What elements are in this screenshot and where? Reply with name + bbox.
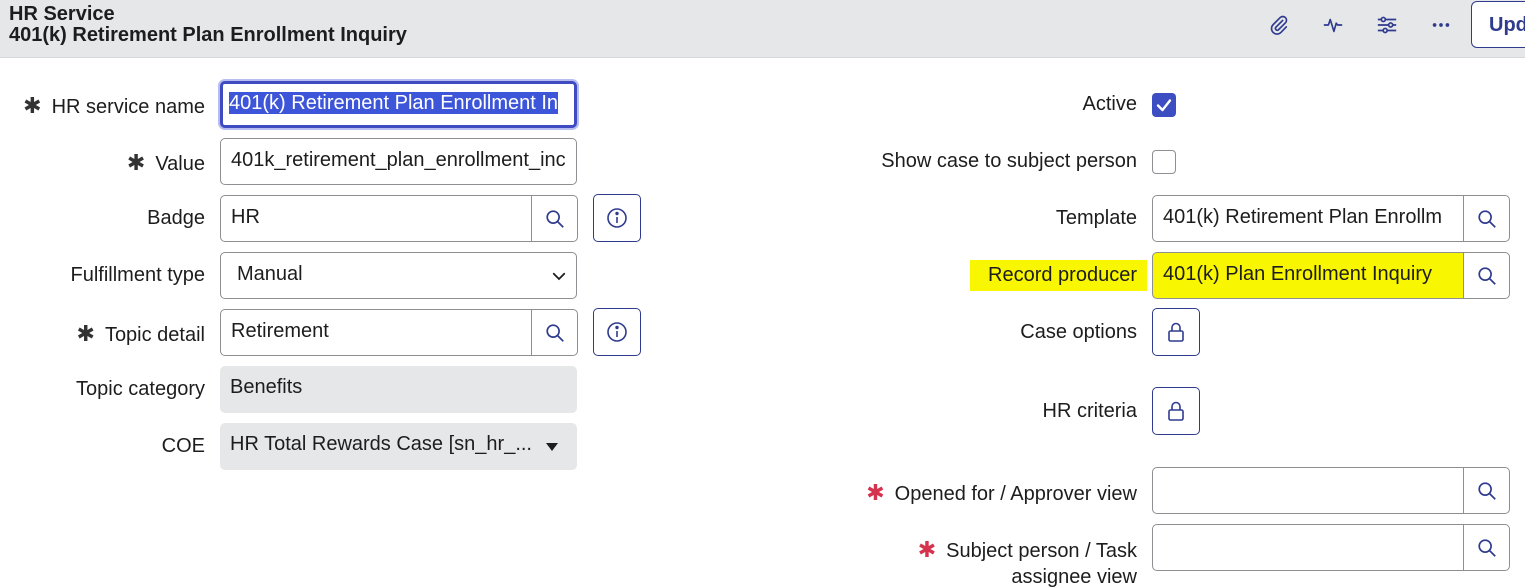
hr-service-name-label: ✱ HR service name xyxy=(23,93,205,118)
template-input[interactable]: 401(k) Retirement Plan Enrollm xyxy=(1152,195,1464,242)
record-title: 401(k) Retirement Plan Enrollment Inquir… xyxy=(9,24,407,46)
info-icon xyxy=(607,322,627,342)
record-producer-label: Record producer xyxy=(970,260,1147,291)
fulfillment-type-select[interactable]: Manual xyxy=(220,252,577,299)
show-case-label: Show case to subject person xyxy=(881,150,1137,172)
subject-person-search-button[interactable] xyxy=(1463,524,1510,571)
coe-select[interactable]: HR Total Rewards Case [sn_hr_... xyxy=(220,423,577,470)
chevron-down-icon xyxy=(552,272,566,281)
topic-detail-info-button[interactable] xyxy=(593,308,641,356)
search-icon xyxy=(1477,266,1496,285)
case-options-label: Case options xyxy=(1020,321,1137,343)
topic-category-label: Topic category xyxy=(76,378,205,400)
search-icon xyxy=(1477,209,1496,228)
fulfillment-type-label: Fulfillment type xyxy=(70,264,206,286)
form-header: HR Service 401(k) Retirement Plan Enroll… xyxy=(0,0,1525,58)
required-icon: ✱ xyxy=(866,480,885,505)
value-input[interactable]: 401k_retirement_plan_enrollment_inc xyxy=(220,138,577,185)
hr-service-name-input[interactable]: 401(k) Retirement Plan Enrollment In xyxy=(220,81,577,128)
checkmark-icon xyxy=(1156,99,1172,112)
badge-input[interactable]: HR xyxy=(220,195,532,242)
search-icon xyxy=(545,209,564,228)
required-icon: ✱ xyxy=(76,321,95,346)
coe-label: COE xyxy=(161,435,205,457)
update-button[interactable]: Upd xyxy=(1471,1,1525,48)
hr-criteria-lock-button[interactable] xyxy=(1152,387,1200,435)
caret-down-icon xyxy=(546,443,558,451)
required-icon: ✱ xyxy=(917,537,937,562)
hr-criteria-label: HR criteria xyxy=(1042,400,1137,422)
search-icon xyxy=(545,323,564,342)
info-icon xyxy=(607,208,627,228)
active-checkbox[interactable] xyxy=(1152,93,1176,117)
subject-person-label: ✱ Subject person / Task assignee view xyxy=(917,537,1137,588)
opened-for-input[interactable] xyxy=(1152,467,1464,514)
record-producer-search-button[interactable] xyxy=(1463,252,1510,299)
subject-person-input[interactable] xyxy=(1152,524,1464,571)
template-label: Template xyxy=(1055,207,1137,229)
badge-label: Badge xyxy=(147,207,205,229)
lock-icon xyxy=(1168,322,1184,342)
record-producer-input[interactable]: 401(k) Plan Enrollment Inquiry xyxy=(1152,252,1464,299)
case-options-lock-button[interactable] xyxy=(1152,308,1200,356)
more-icon[interactable] xyxy=(1426,10,1456,40)
required-icon: ✱ xyxy=(126,150,146,175)
search-icon xyxy=(1477,538,1496,557)
opened-for-search-button[interactable] xyxy=(1463,467,1510,514)
topic-detail-search-button[interactable] xyxy=(531,309,578,356)
template-search-button[interactable] xyxy=(1463,195,1510,242)
badge-info-button[interactable] xyxy=(593,194,641,242)
required-icon: ✱ xyxy=(23,93,42,118)
settings-sliders-icon[interactable] xyxy=(1372,10,1402,40)
topic-detail-input[interactable]: Retirement xyxy=(220,309,532,356)
search-icon xyxy=(1477,481,1496,500)
record-type: HR Service xyxy=(9,3,115,25)
topic-category-value: Benefits xyxy=(220,366,577,413)
badge-search-button[interactable] xyxy=(531,195,578,242)
opened-for-label: ✱ Opened for / Approver view xyxy=(866,480,1137,505)
paperclip-icon[interactable] xyxy=(1264,10,1294,40)
active-label: Active xyxy=(1082,93,1137,115)
topic-detail-label: ✱ Topic detail xyxy=(76,321,206,346)
value-label: ✱ Value xyxy=(126,150,205,175)
activity-icon[interactable] xyxy=(1318,10,1348,40)
lock-icon xyxy=(1168,401,1184,421)
show-case-checkbox[interactable] xyxy=(1152,150,1176,174)
